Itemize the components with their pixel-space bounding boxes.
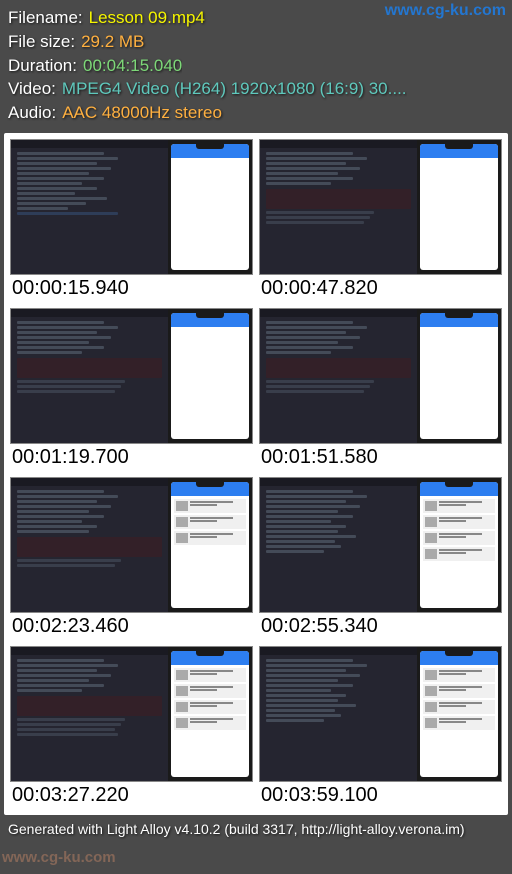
thumbnail-item: 00:02:23.460 xyxy=(10,477,253,640)
thumbnail-image[interactable] xyxy=(259,477,502,613)
thumbnail-item: 00:00:47.820 xyxy=(259,139,502,302)
audio-label: Audio: xyxy=(8,101,56,125)
thumbnail-timestamp: 00:01:19.700 xyxy=(10,444,253,471)
thumbnails-grid: 00:00:15.940 00:00:47.820 00:01:19.700 0… xyxy=(10,139,502,809)
video-label: Video: xyxy=(8,77,56,101)
thumbnail-image[interactable] xyxy=(259,646,502,782)
thumbnail-timestamp: 00:02:23.460 xyxy=(10,613,253,640)
thumbnail-timestamp: 00:01:51.580 xyxy=(259,444,502,471)
thumbnail-image[interactable] xyxy=(259,139,502,275)
thumbnail-image[interactable] xyxy=(10,646,253,782)
thumbnail-image[interactable] xyxy=(10,308,253,444)
thumbnail-timestamp: 00:03:59.100 xyxy=(259,782,502,809)
thumbnail-item: 00:02:55.340 xyxy=(259,477,502,640)
thumbnail-timestamp: 00:00:47.820 xyxy=(259,275,502,302)
thumbnail-item: 00:03:27.220 xyxy=(10,646,253,809)
thumbnail-image[interactable] xyxy=(10,139,253,275)
thumbnail-item: 00:03:59.100 xyxy=(259,646,502,809)
thumbnail-image[interactable] xyxy=(259,308,502,444)
duration-value: 00:04:15.040 xyxy=(83,54,182,78)
thumbnail-item: 00:01:19.700 xyxy=(10,308,253,471)
thumbnail-timestamp: 00:03:27.220 xyxy=(10,782,253,809)
thumbnail-timestamp: 00:02:55.340 xyxy=(259,613,502,640)
filename-label: Filename: xyxy=(8,6,83,30)
watermark-top: www.cg-ku.com xyxy=(385,2,506,20)
duration-label: Duration: xyxy=(8,54,77,78)
thumbnail-item: 00:00:15.940 xyxy=(10,139,253,302)
thumbnail-image[interactable] xyxy=(10,477,253,613)
watermark-bottom: www.cg-ku.com xyxy=(2,849,116,866)
filename-value: Lesson 09.mp4 xyxy=(89,6,205,30)
thumbnail-timestamp: 00:00:15.940 xyxy=(10,275,253,302)
generator-footer: Generated with Light Alloy v4.10.2 (buil… xyxy=(0,815,512,843)
filesize-value: 29.2 MB xyxy=(81,30,144,54)
filesize-label: File size: xyxy=(8,30,75,54)
audio-value: AAC 48000Hz stereo xyxy=(62,101,222,125)
video-value: MPEG4 Video (H264) 1920x1080 (16:9) 30..… xyxy=(62,77,407,101)
thumbnails-panel: 00:00:15.940 00:00:47.820 00:01:19.700 0… xyxy=(4,133,508,815)
thumbnail-item: 00:01:51.580 xyxy=(259,308,502,471)
